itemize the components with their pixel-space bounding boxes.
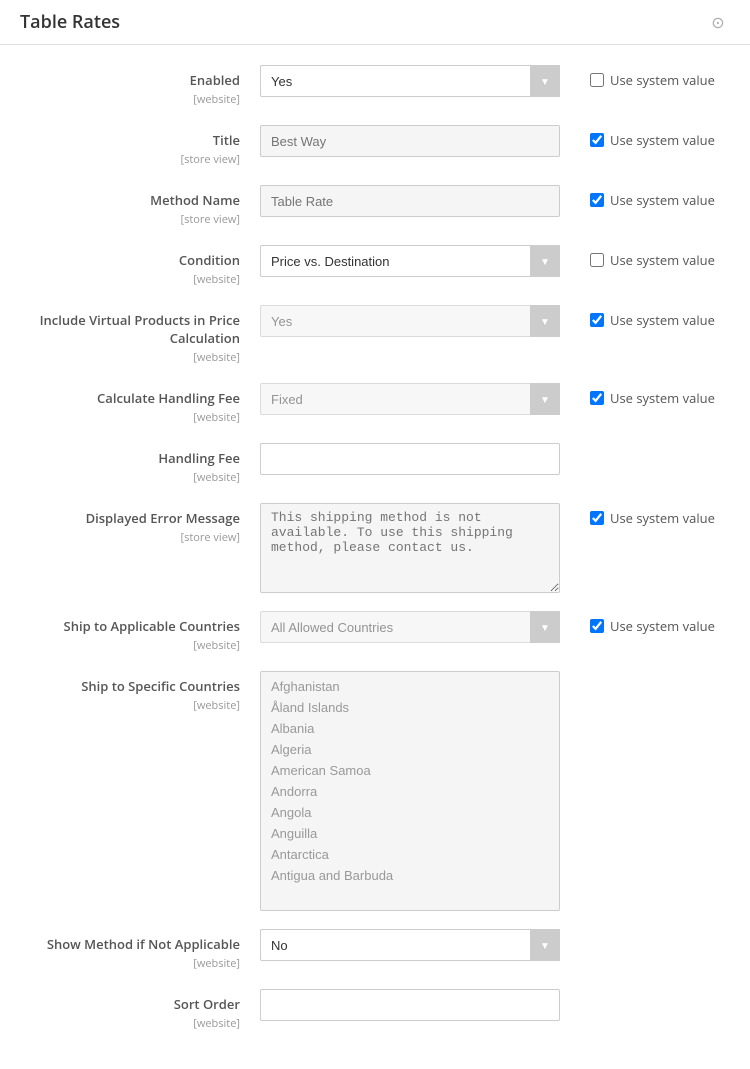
enabled-select[interactable]: Yes No: [260, 65, 560, 97]
system-value-calculate-handling: Use system value: [570, 383, 730, 407]
system-value-ship-applicable-checkbox[interactable]: [590, 619, 604, 633]
system-value-enabled-label[interactable]: Use system value: [590, 71, 715, 89]
control-enabled: Yes No ▼: [260, 65, 570, 97]
collapse-icon[interactable]: ⊙: [706, 10, 730, 34]
label-sort-order: Sort Order [website]: [20, 989, 260, 1031]
system-value-title-checkbox[interactable]: [590, 133, 604, 147]
system-value-method-name: Use system value: [570, 185, 730, 209]
system-value-enabled-checkbox[interactable]: [590, 73, 604, 87]
field-calculate-handling: Calculate Handling Fee [website] Fixed P…: [0, 383, 750, 425]
label-enabled: Enabled [website]: [20, 65, 260, 107]
system-value-ship-applicable-label[interactable]: Use system value: [590, 617, 715, 635]
control-calculate-handling: Fixed Percent ▼: [260, 383, 570, 415]
field-ship-applicable: Ship to Applicable Countries [website] A…: [0, 611, 750, 653]
show-method-select-wrapper: No Yes ▼: [260, 929, 560, 961]
system-value-calculate-handling-checkbox[interactable]: [590, 391, 604, 405]
control-ship-specific: AfghanistanÅland IslandsAlbaniaAlgeriaAm…: [260, 671, 730, 911]
page-header: Table Rates ⊙: [0, 0, 750, 45]
system-value-include-virtual-checkbox[interactable]: [590, 313, 604, 327]
field-condition: Condition [website] Price vs. Destinatio…: [0, 245, 750, 287]
method-name-input[interactable]: [260, 185, 560, 217]
page-title: Table Rates: [20, 10, 120, 34]
condition-select-wrapper: Price vs. Destination Weight vs. Destina…: [260, 245, 560, 277]
system-value-error-message-label[interactable]: Use system value: [590, 509, 715, 527]
control-ship-applicable: All Allowed Countries Specific Countries…: [260, 611, 570, 643]
field-ship-specific: Ship to Specific Countries [website] Afg…: [0, 671, 750, 911]
system-value-method-name-label[interactable]: Use system value: [590, 191, 715, 209]
control-include-virtual: Yes No ▼: [260, 305, 570, 337]
label-ship-specific: Ship to Specific Countries [website]: [20, 671, 260, 713]
label-calculate-handling: Calculate Handling Fee [website]: [20, 383, 260, 425]
system-value-include-virtual: Use system value: [570, 305, 730, 329]
label-show-method: Show Method if Not Applicable [website]: [20, 929, 260, 971]
label-title: Title [store view]: [20, 125, 260, 167]
title-input[interactable]: [260, 125, 560, 157]
ship-specific-listbox[interactable]: AfghanistanÅland IslandsAlbaniaAlgeriaAm…: [260, 671, 560, 911]
system-value-condition: Use system value: [570, 245, 730, 269]
handling-fee-input[interactable]: [260, 443, 560, 475]
field-include-virtual: Include Virtual Products in Price Calcul…: [0, 305, 750, 365]
system-value-title-label[interactable]: Use system value: [590, 131, 715, 149]
ship-applicable-select[interactable]: All Allowed Countries Specific Countries: [260, 611, 560, 643]
system-value-ship-applicable: Use system value: [570, 611, 730, 635]
ship-applicable-select-wrapper: All Allowed Countries Specific Countries…: [260, 611, 560, 643]
system-value-error-message: Use system value: [570, 503, 730, 527]
calculate-handling-select[interactable]: Fixed Percent: [260, 383, 560, 415]
label-include-virtual: Include Virtual Products in Price Calcul…: [20, 305, 260, 365]
field-show-method: Show Method if Not Applicable [website] …: [0, 929, 750, 971]
error-message-textarea[interactable]: [260, 503, 560, 593]
control-show-method: No Yes ▼: [260, 929, 730, 961]
condition-select[interactable]: Price vs. Destination Weight vs. Destina…: [260, 245, 560, 277]
control-sort-order: [260, 989, 730, 1021]
include-virtual-select[interactable]: Yes No: [260, 305, 560, 337]
sort-order-input[interactable]: [260, 989, 560, 1021]
show-method-select[interactable]: No Yes: [260, 929, 560, 961]
field-sort-order: Sort Order [website]: [0, 989, 750, 1031]
field-enabled: Enabled [website] Yes No ▼ Use system va…: [0, 65, 750, 107]
label-error-message: Displayed Error Message [store view]: [20, 503, 260, 545]
control-title: [260, 125, 570, 157]
field-handling-fee: Handling Fee [website]: [0, 443, 750, 485]
calculate-handling-select-wrapper: Fixed Percent ▼: [260, 383, 560, 415]
label-condition: Condition [website]: [20, 245, 260, 287]
control-condition: Price vs. Destination Weight vs. Destina…: [260, 245, 570, 277]
label-ship-applicable: Ship to Applicable Countries [website]: [20, 611, 260, 653]
system-value-enabled: Use system value: [570, 65, 730, 89]
system-value-condition-label[interactable]: Use system value: [590, 251, 715, 269]
field-title: Title [store view] Use system value: [0, 125, 750, 167]
system-value-method-name-checkbox[interactable]: [590, 193, 604, 207]
system-value-include-virtual-label[interactable]: Use system value: [590, 311, 715, 329]
form-body: Enabled [website] Yes No ▼ Use system va…: [0, 45, 750, 1069]
label-handling-fee: Handling Fee [website]: [20, 443, 260, 485]
system-value-condition-checkbox[interactable]: [590, 253, 604, 267]
system-value-title: Use system value: [570, 125, 730, 149]
system-value-calculate-handling-label[interactable]: Use system value: [590, 389, 715, 407]
include-virtual-select-wrapper: Yes No ▼: [260, 305, 560, 337]
field-error-message: Displayed Error Message [store view] Use…: [0, 503, 750, 593]
system-value-error-message-checkbox[interactable]: [590, 511, 604, 525]
field-method-name: Method Name [store view] Use system valu…: [0, 185, 750, 227]
control-method-name: [260, 185, 570, 217]
label-method-name: Method Name [store view]: [20, 185, 260, 227]
control-handling-fee: [260, 443, 730, 475]
enabled-select-wrapper: Yes No ▼: [260, 65, 560, 97]
control-error-message: [260, 503, 570, 593]
